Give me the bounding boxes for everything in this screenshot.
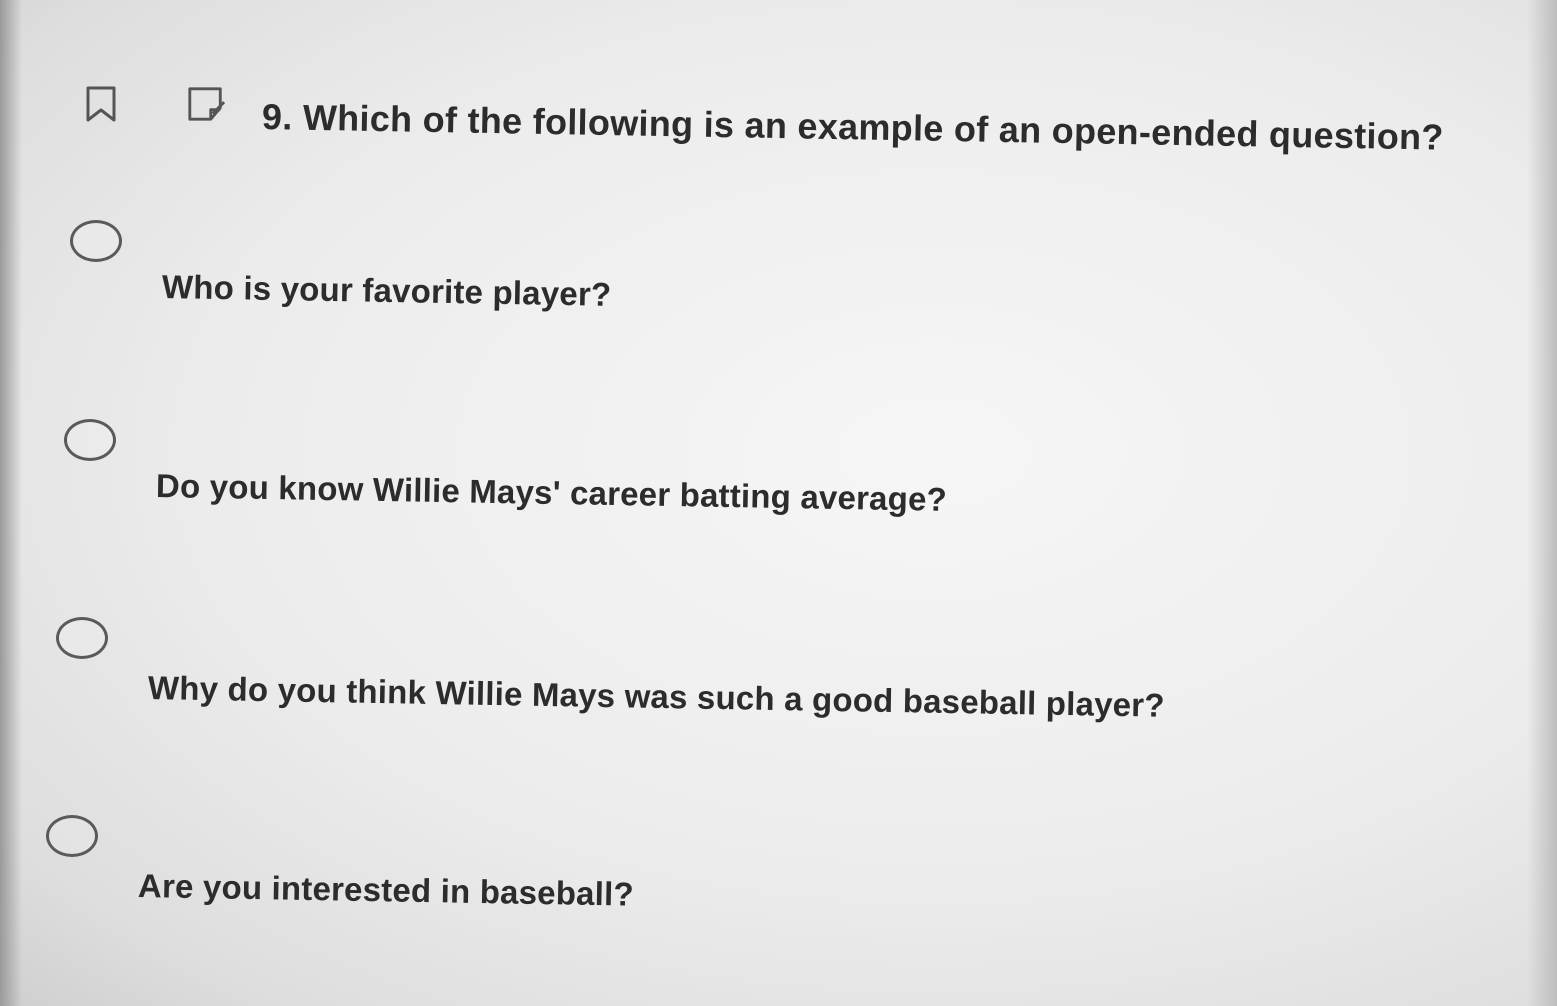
answer-option-label: Are you interested in baseball? (137, 867, 635, 913)
question-text: 9. Which of the following is an example … (261, 96, 1445, 158)
answer-option-3[interactable]: Why do you think Willie Mays was such a … (56, 617, 1256, 737)
bookmark-button[interactable] (82, 84, 122, 124)
answer-option-1[interactable]: Who is your favorite player? (70, 220, 1270, 340)
question-header: 9. Which of the following is an example … (82, 78, 1482, 158)
note-icon (188, 87, 226, 121)
screen-edge-shadow-left (0, 0, 22, 1006)
bookmark-icon (86, 86, 116, 122)
note-button[interactable] (186, 84, 226, 124)
radio-button[interactable] (64, 419, 116, 461)
answer-option-label: Why do you think Willie Mays was such a … (147, 669, 1165, 724)
radio-button[interactable] (56, 617, 108, 659)
radio-button[interactable] (46, 815, 98, 857)
answer-option-4[interactable]: Are you interested in baseball? (46, 815, 1246, 935)
answer-option-label: Do you know Willie Mays' career batting … (155, 467, 948, 518)
radio-button[interactable] (70, 220, 122, 262)
answer-option-label: Who is your favorite player? (161, 268, 612, 313)
screen-edge-shadow-right (1527, 0, 1557, 1006)
answer-option-2[interactable]: Do you know Willie Mays' career batting … (64, 419, 1264, 539)
